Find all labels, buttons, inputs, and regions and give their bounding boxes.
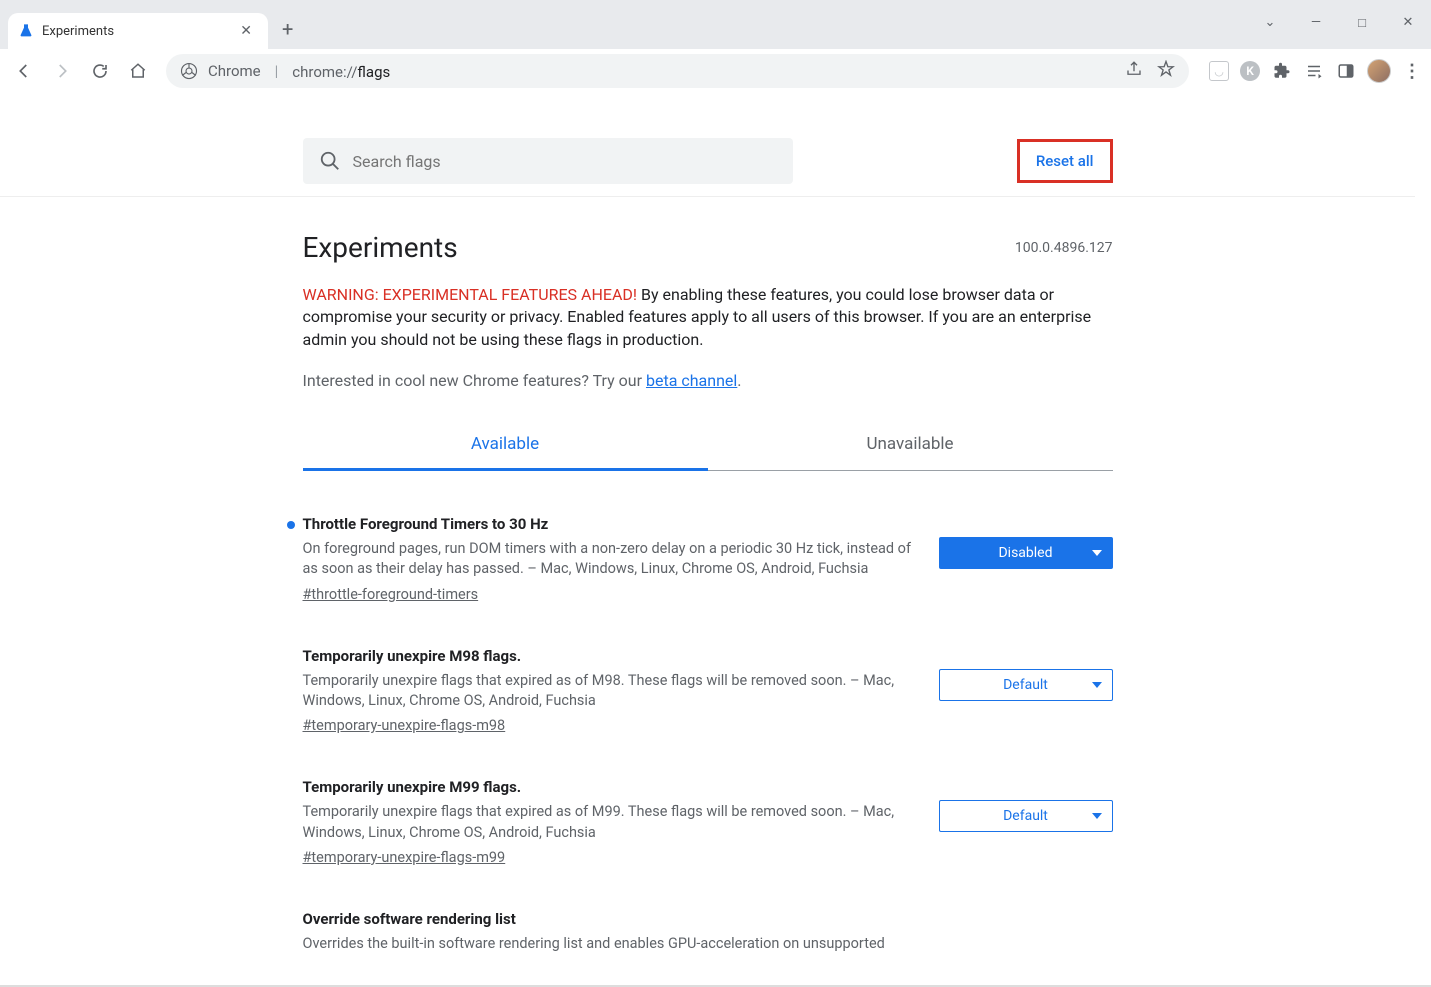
flask-icon	[18, 23, 34, 39]
tab-list: Available Unavailable	[303, 420, 1113, 471]
tab-strip: Experiments ✕ + ⌄ ― □ ✕	[0, 0, 1431, 49]
url-separator: |	[275, 62, 279, 80]
reset-all-button[interactable]: Reset all	[1020, 142, 1110, 180]
side-panel-icon[interactable]	[1335, 60, 1357, 82]
flag-title: Temporarily unexpire M99 flags.	[303, 778, 919, 796]
flag-description: On foreground pages, run DOM timers with…	[303, 539, 919, 580]
tab-unavailable[interactable]: Unavailable	[708, 420, 1113, 470]
tab-search-caret-icon[interactable]: ⌄	[1247, 15, 1293, 30]
tab-title: Experiments	[42, 24, 226, 39]
warning-prefix: WARNING: EXPERIMENTAL FEATURES AHEAD!	[303, 285, 638, 304]
toolbar: Chrome | chrome://flags ◡ K ⋮	[0, 49, 1431, 93]
header-divider	[0, 196, 1415, 197]
new-tab-button[interactable]: +	[268, 9, 307, 49]
flag-description: Overrides the built-in software renderin…	[303, 934, 919, 954]
search-flags-box[interactable]	[303, 138, 793, 184]
extension-icon-1[interactable]: ◡	[1209, 61, 1229, 81]
flag-item: Temporarily unexpire M99 flags. Temporari…	[303, 778, 1113, 866]
url-protocol: chrome://	[292, 63, 357, 81]
flag-title: Temporarily unexpire M98 flags.	[303, 647, 919, 665]
flag-item: Override software rendering list Override…	[303, 910, 1113, 954]
search-input[interactable]	[353, 152, 777, 171]
reading-list-icon[interactable]	[1303, 60, 1325, 82]
url-label: Chrome	[208, 62, 261, 80]
home-button[interactable]	[122, 55, 154, 87]
flag-title: Override software rendering list	[303, 910, 919, 928]
forward-button[interactable]	[46, 55, 78, 87]
flag-anchor-link[interactable]: #temporary-unexpire-flags-m98	[303, 717, 506, 734]
beta-channel-line: Interested in cool new Chrome features? …	[303, 371, 1113, 390]
version-label: 100.0.4896.127	[1015, 240, 1113, 256]
close-tab-icon[interactable]: ✕	[234, 21, 258, 41]
flag-description: Temporarily unexpire flags that expired …	[303, 671, 919, 712]
reload-button[interactable]	[84, 55, 116, 87]
tab-available[interactable]: Available	[303, 420, 708, 471]
extensions-puzzle-icon[interactable]	[1271, 60, 1293, 82]
chrome-menu-icon[interactable]: ⋮	[1401, 60, 1423, 82]
beta-channel-link[interactable]: beta channel	[646, 371, 737, 390]
reset-all-highlight: Reset all	[1017, 139, 1113, 183]
maximize-button[interactable]: □	[1339, 15, 1385, 31]
bookmark-star-icon[interactable]	[1157, 60, 1175, 82]
chrome-icon	[180, 62, 198, 80]
flag-anchor-link[interactable]: #throttle-foreground-timers	[303, 586, 479, 603]
minimize-button[interactable]: ―	[1293, 15, 1339, 30]
flag-description: Temporarily unexpire flags that expired …	[303, 802, 919, 843]
close-window-button[interactable]: ✕	[1385, 15, 1431, 30]
browser-tab[interactable]: Experiments ✕	[8, 13, 268, 49]
url-path: flags	[357, 63, 390, 81]
back-button[interactable]	[8, 55, 40, 87]
page-viewport: Reset all Experiments 100.0.4896.127 WAR…	[0, 93, 1415, 985]
page-title: Experiments	[303, 231, 1113, 264]
warning-text: WARNING: EXPERIMENTAL FEATURES AHEAD! By…	[303, 284, 1113, 351]
profile-avatar[interactable]	[1367, 59, 1391, 83]
window-controls: ⌄ ― □ ✕	[1247, 13, 1431, 49]
extension-icon-2[interactable]: K	[1239, 60, 1261, 82]
flag-title: Throttle Foreground Timers to 30 Hz	[303, 515, 919, 533]
share-icon[interactable]	[1125, 60, 1143, 82]
flag-item: Throttle Foreground Timers to 30 Hz On fo…	[303, 515, 1113, 603]
flag-state-select[interactable]: Default	[939, 669, 1113, 701]
address-bar[interactable]: Chrome | chrome://flags	[166, 54, 1189, 88]
flag-state-select[interactable]: Disabled	[939, 537, 1113, 569]
flag-anchor-link[interactable]: #temporary-unexpire-flags-m99	[303, 849, 506, 866]
flag-state-select[interactable]: Default	[939, 800, 1113, 832]
search-icon	[319, 150, 341, 172]
flag-item: Temporarily unexpire M98 flags. Temporari…	[303, 647, 1113, 735]
